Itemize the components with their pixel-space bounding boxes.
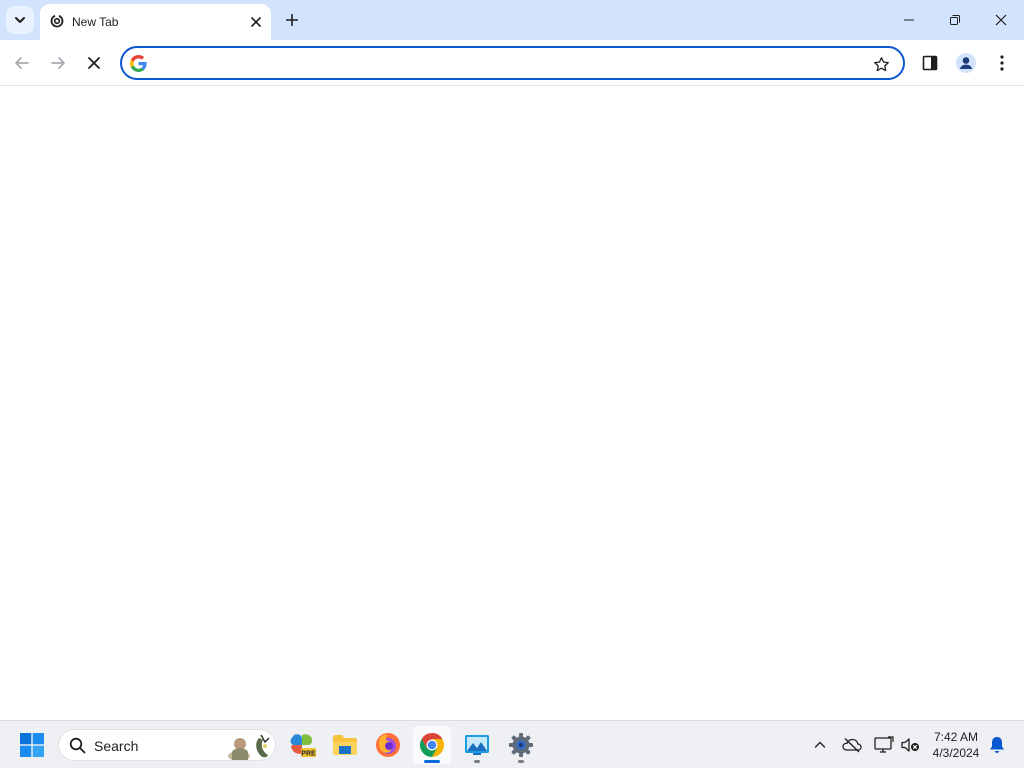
- close-icon: [995, 14, 1007, 26]
- clock-date: 4/3/2024: [932, 746, 980, 760]
- forward-button[interactable]: [44, 49, 72, 77]
- google-g-icon: [130, 55, 147, 72]
- taskbar-clock[interactable]: 7:42 AM 4/3/2024: [922, 729, 990, 761]
- chevron-down-icon: [15, 17, 25, 23]
- more-vertical-icon: [1000, 55, 1004, 71]
- start-button[interactable]: [13, 726, 51, 764]
- close-icon: [251, 17, 261, 27]
- volume-button[interactable]: [898, 733, 922, 757]
- show-hidden-icons-button[interactable]: [808, 733, 832, 757]
- back-button[interactable]: [8, 49, 36, 77]
- folder-icon: [333, 735, 357, 755]
- tab-search-button[interactable]: [6, 6, 34, 34]
- address-bar[interactable]: [120, 46, 905, 80]
- taskbar-chrome[interactable]: [413, 726, 451, 764]
- taskbar-copilot-pre[interactable]: PRE: [283, 726, 321, 764]
- browser-toolbar: [0, 40, 1024, 86]
- restore-button[interactable]: [932, 0, 978, 40]
- taskbar-file-explorer[interactable]: [326, 726, 364, 764]
- profile-avatar-icon: [956, 53, 976, 73]
- arrow-left-icon: [15, 57, 29, 69]
- tab-title: New Tab: [72, 15, 119, 29]
- running-indicator: [474, 760, 480, 763]
- taskbar: Search PRE 7:42 AM 4/3/2024: [0, 720, 1024, 768]
- star-outline-icon: [873, 56, 889, 71]
- address-input[interactable]: [156, 52, 856, 74]
- onedrive-button[interactable]: [840, 733, 864, 757]
- gear-icon: [509, 733, 533, 757]
- loading-spinner-icon: [50, 13, 64, 28]
- browser-tab[interactable]: New Tab: [40, 4, 271, 40]
- notifications-button[interactable]: [985, 733, 1009, 757]
- close-icon: [88, 57, 100, 69]
- clock-time: 7:42 AM: [933, 730, 979, 744]
- search-label: Search: [94, 738, 139, 754]
- windows-logo-icon: [20, 733, 44, 757]
- tab-strip: New Tab: [0, 0, 1024, 40]
- taskbar-search[interactable]: Search: [58, 729, 276, 761]
- photos-icon: [465, 735, 489, 755]
- firefox-icon: [376, 733, 400, 757]
- network-monitor-icon: [874, 736, 894, 753]
- active-indicator: [424, 760, 440, 763]
- stop-loading-button[interactable]: [80, 49, 108, 77]
- network-button[interactable]: [872, 733, 896, 757]
- cloud-off-icon: [842, 737, 862, 753]
- side-panel-icon: [922, 55, 938, 71]
- close-window-button[interactable]: [978, 0, 1024, 40]
- restore-icon: [950, 15, 960, 25]
- side-panel-button[interactable]: [916, 49, 944, 77]
- tab-close-button[interactable]: [246, 12, 266, 32]
- new-tab-button[interactable]: [278, 6, 306, 34]
- taskbar-photos[interactable]: [458, 726, 496, 764]
- minimize-button[interactable]: [886, 0, 932, 40]
- chrome-icon: [419, 733, 445, 757]
- chevron-up-icon: [814, 741, 826, 748]
- bell-icon: [990, 737, 1004, 753]
- taskbar-settings[interactable]: [502, 726, 540, 764]
- copilot-pre-icon: PRE: [290, 734, 316, 758]
- taskbar-firefox[interactable]: [369, 726, 407, 764]
- arrow-right-icon: [51, 57, 65, 69]
- menu-button[interactable]: [988, 49, 1016, 77]
- running-indicator: [518, 760, 524, 763]
- search-icon: [69, 737, 86, 754]
- plus-icon: [286, 14, 298, 26]
- minimize-icon: [904, 19, 914, 21]
- speaker-muted-icon: [901, 738, 919, 752]
- search-highlight-icon: [228, 734, 270, 760]
- svg-text:PRE: PRE: [301, 751, 316, 758]
- profile-button[interactable]: [952, 49, 980, 77]
- bookmark-button[interactable]: [870, 53, 892, 75]
- page-content: [0, 87, 1024, 720]
